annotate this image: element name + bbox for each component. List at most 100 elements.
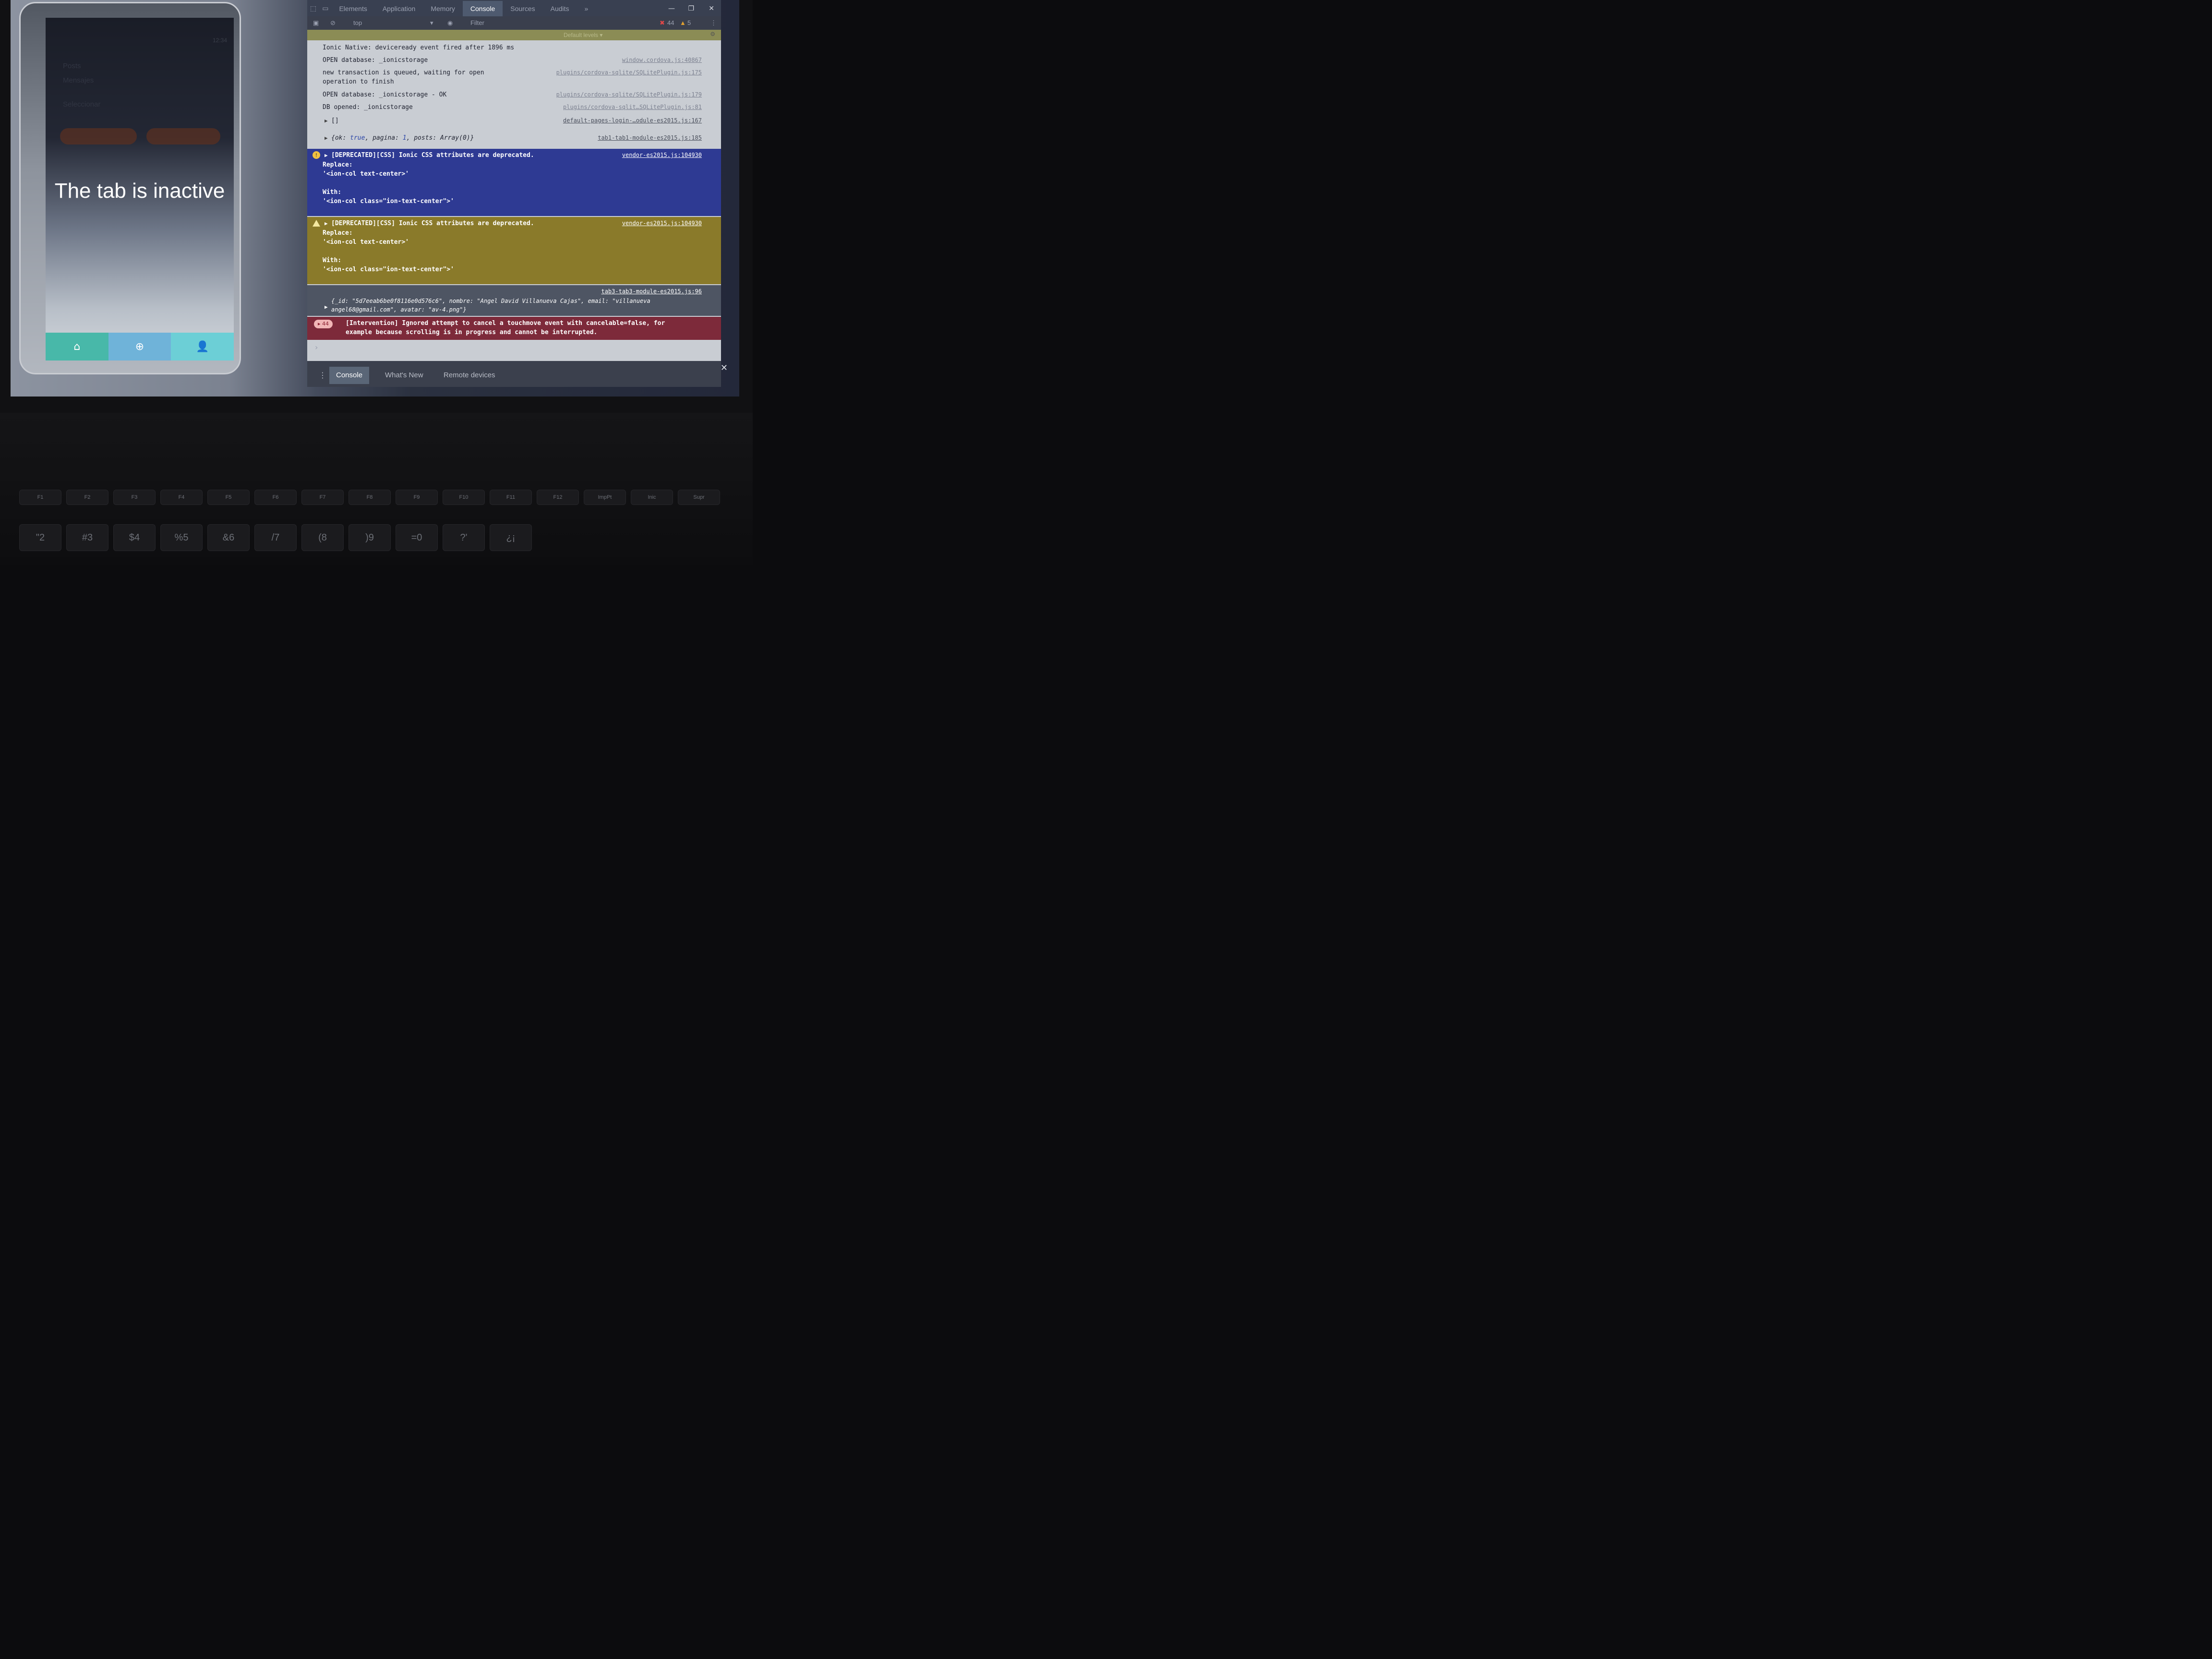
drawer-menu-icon[interactable]: ⋮: [319, 371, 326, 380]
key[interactable]: $4: [113, 524, 156, 551]
source-link[interactable]: plugins/cordova-sqlite/SQLitePlugin.js:1…: [556, 68, 702, 77]
tab-elements[interactable]: Elements: [331, 5, 374, 16]
error-count[interactable]: 44: [667, 19, 674, 26]
key[interactable]: F6: [254, 490, 297, 505]
tab-console[interactable]: Console: [462, 1, 503, 16]
eye-icon[interactable]: ◉: [447, 19, 453, 27]
source-link[interactable]: plugins/cordova-sqlit…SQLitePlugin.js:81: [563, 103, 702, 112]
app-pill-button[interactable]: [60, 128, 137, 144]
key[interactable]: F4: [160, 490, 203, 505]
home-icon: ⌂: [73, 340, 81, 353]
inactive-tab-message: The tab is inactive: [54, 179, 225, 203]
app-screen: 12:34 Posts Mensajes Seleccionar The tab…: [46, 18, 234, 361]
key[interactable]: F1: [19, 490, 61, 505]
key[interactable]: (8: [301, 524, 344, 551]
levels-strip: Default levels ▾ ⚙: [307, 30, 721, 40]
key[interactable]: F5: [207, 490, 250, 505]
context-dropdown-icon[interactable]: ▾: [430, 19, 433, 27]
warning-icon: [313, 220, 320, 227]
key[interactable]: F3: [113, 490, 156, 505]
key[interactable]: &6: [207, 524, 250, 551]
minimize-icon[interactable]: —: [668, 5, 675, 12]
function-key-row: F1 F2 F3 F4 F5 F6 F7 F8 F9 F10 F11 F12 I…: [19, 490, 720, 505]
more-options-icon[interactable]: ⋮: [710, 19, 717, 27]
app-status-bar: 12:34: [212, 37, 227, 44]
key[interactable]: ¿¡: [490, 524, 532, 551]
console-line: ▶ [] default-pages-login-…odule-es2015.j…: [325, 116, 702, 125]
console-error: ▸ 44 [Intervention] Ignored attempt to c…: [307, 317, 721, 340]
key[interactable]: F12: [537, 490, 579, 505]
console-prompt[interactable]: ›: [315, 343, 318, 352]
source-link[interactable]: window.cordova.js:40867: [622, 56, 702, 65]
key[interactable]: F10: [443, 490, 485, 505]
settings-gear-icon[interactable]: ⚙: [710, 31, 715, 37]
expand-caret-icon[interactable]: ▶: [325, 302, 328, 312]
expand-caret-icon[interactable]: ▶: [325, 133, 328, 143]
key[interactable]: ImpPt: [584, 490, 626, 505]
tab-audits[interactable]: Audits: [543, 5, 577, 16]
key[interactable]: F8: [349, 490, 391, 505]
levels-selector[interactable]: Default levels ▾: [564, 32, 602, 38]
console-line: DB opened: _ionicstorage plugins/cordova…: [323, 103, 702, 112]
context-selector[interactable]: top: [353, 19, 362, 26]
console-line: OPEN database: _ionicstorage window.cord…: [323, 56, 702, 65]
add-circle-icon: ⊕: [135, 340, 144, 353]
drawer-tab-whats-new[interactable]: What's New: [378, 367, 430, 384]
app-pill-button[interactable]: [146, 128, 220, 144]
close-icon[interactable]: ✕: [709, 5, 714, 12]
console-object-line: tab3-tab3-module-es2015.js:96 ▶ {_id: "5…: [307, 285, 721, 316]
key[interactable]: F7: [301, 490, 344, 505]
tab-profile[interactable]: 👤: [171, 333, 234, 361]
key[interactable]: =0: [396, 524, 438, 551]
warning-count[interactable]: 5: [687, 19, 691, 26]
key[interactable]: "2: [19, 524, 61, 551]
repeat-count-badge: ▸ 44: [314, 320, 333, 328]
filter-input[interactable]: Filter: [470, 19, 484, 26]
laptop-bezel: 12:34 Posts Mensajes Seleccionar The tab…: [0, 0, 753, 413]
number-key-row: "2 #3 $4 %5 &6 /7 (8 )9 =0 ?' ¿¡: [19, 524, 532, 551]
tab-add[interactable]: ⊕: [108, 333, 171, 361]
key[interactable]: Inic: [631, 490, 673, 505]
key[interactable]: /7: [254, 524, 297, 551]
key[interactable]: F9: [396, 490, 438, 505]
console-warning: ▶ [DEPRECATED][CSS] Ionic CSS attributes…: [307, 217, 721, 284]
maximize-icon[interactable]: ❐: [688, 5, 694, 12]
source-link[interactable]: vendor-es2015.js:104930: [622, 151, 702, 160]
console-line: Ionic Native: deviceready event fired af…: [323, 44, 515, 51]
source-link[interactable]: vendor-es2015.js:104930: [622, 219, 702, 228]
tab-memory[interactable]: Memory: [423, 5, 463, 16]
console-toolbar: ▣ ⊘ top ▾ ◉ Filter ✖ 44 ▲ 5 ⋮: [307, 16, 721, 30]
person-icon: 👤: [195, 340, 209, 353]
drawer-tab-remote-devices[interactable]: Remote devices: [437, 367, 502, 384]
source-link[interactable]: tab1-tab1-module-es2015.js:185: [598, 133, 702, 143]
key[interactable]: Supr: [678, 490, 720, 505]
app-list-item[interactable]: Seleccionar: [63, 100, 100, 108]
expand-caret-icon[interactable]: ▶: [325, 151, 328, 160]
key[interactable]: F11: [490, 490, 532, 505]
drawer-close-icon[interactable]: ✕: [721, 363, 728, 373]
tab-home[interactable]: ⌂: [46, 333, 108, 361]
key[interactable]: #3: [66, 524, 108, 551]
inspect-element-icon[interactable]: ⬚: [307, 5, 319, 16]
source-link[interactable]: default-pages-login-…odule-es2015.js:167: [563, 116, 702, 125]
source-link[interactable]: tab3-tab3-module-es2015.js:96: [601, 287, 702, 296]
more-tabs-icon[interactable]: »: [577, 5, 596, 16]
app-list-item[interactable]: Mensajes: [63, 76, 94, 84]
console-warning: ! ▶ [DEPRECATED][CSS] Ionic CSS attribut…: [307, 149, 721, 216]
source-link[interactable]: plugins/cordova-sqlite/SQLitePlugin.js:1…: [556, 90, 702, 99]
expand-caret-icon[interactable]: ▶: [325, 116, 328, 125]
tab-application[interactable]: Application: [375, 5, 423, 16]
clear-console-icon[interactable]: ⊘: [330, 19, 336, 27]
tab-sources[interactable]: Sources: [503, 5, 542, 16]
sidebar-toggle-icon[interactable]: ▣: [313, 19, 319, 27]
app-list-item[interactable]: Posts: [63, 62, 81, 70]
key[interactable]: F2: [66, 490, 108, 505]
key[interactable]: ?': [443, 524, 485, 551]
key[interactable]: %5: [160, 524, 203, 551]
key[interactable]: )9: [349, 524, 391, 551]
drawer-tab-console[interactable]: Console: [329, 367, 370, 384]
expand-caret-icon[interactable]: ▶: [325, 219, 328, 228]
laptop-screen: 12:34 Posts Mensajes Seleccionar The tab…: [11, 0, 739, 397]
device-toggle-icon[interactable]: ▭: [319, 5, 331, 16]
device-emulator-frame: 12:34 Posts Mensajes Seleccionar The tab…: [19, 2, 241, 374]
